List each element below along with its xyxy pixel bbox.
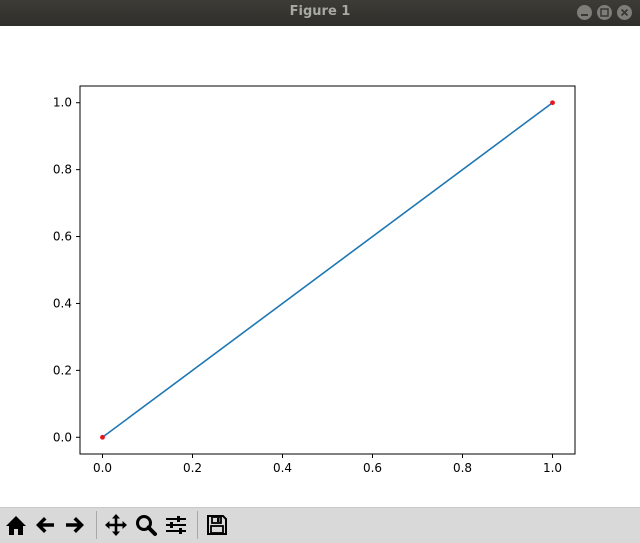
figure-canvas[interactable]: 0.0 0.2 0.4 0.6 0.8 1.0 0.0 0.2 0.4 0.6 0.8 1.0 [0,26,640,507]
x-tick-label: 0.0 [93,461,112,475]
x-tick-label: 0.2 [183,461,202,475]
data-point [100,434,105,440]
pan-icon [105,514,127,536]
pan-button[interactable] [103,512,129,538]
y-tick-label: 1.0 [53,96,72,110]
series-line [102,102,553,438]
data-point [550,100,555,106]
forward-button[interactable] [62,512,88,538]
y-tick-label: 0.2 [53,363,72,377]
line-chart: 0.0 0.2 0.4 0.6 0.8 1.0 0.0 0.2 0.4 0.6 0.8 1.0 [53,85,576,475]
back-icon [36,517,54,533]
maximize-icon [600,8,609,17]
minimize-button[interactable] [577,5,592,20]
y-tick-label: 0.0 [53,430,72,444]
toolbar-separator [96,511,97,539]
back-button[interactable] [32,512,58,538]
save-icon [207,515,227,535]
window-titlebar: Figure 1 [0,0,640,26]
configure-subplots-button[interactable] [163,512,189,538]
toolbar-separator [197,511,198,539]
x-tick-label: 1.0 [543,461,562,475]
zoom-button[interactable] [133,512,159,538]
configure-subplots-icon [166,516,186,534]
forward-icon [66,517,84,533]
close-icon [620,8,629,17]
minimize-icon [581,14,588,16]
save-button[interactable] [204,512,230,538]
y-tick-label: 0.4 [53,296,72,310]
maximize-button[interactable] [597,5,612,20]
x-tick-label: 0.8 [453,461,472,475]
zoom-icon [136,515,157,536]
window-title: Figure 1 [289,4,351,19]
x-tick-label: 0.4 [273,461,292,475]
close-button[interactable] [617,5,632,20]
home-icon [6,516,26,535]
home-button[interactable] [3,512,29,538]
y-tick-label: 0.8 [53,163,72,177]
x-tick-label: 0.6 [363,461,382,475]
y-tick-label: 0.6 [53,230,72,244]
navigation-toolbar [0,507,640,543]
